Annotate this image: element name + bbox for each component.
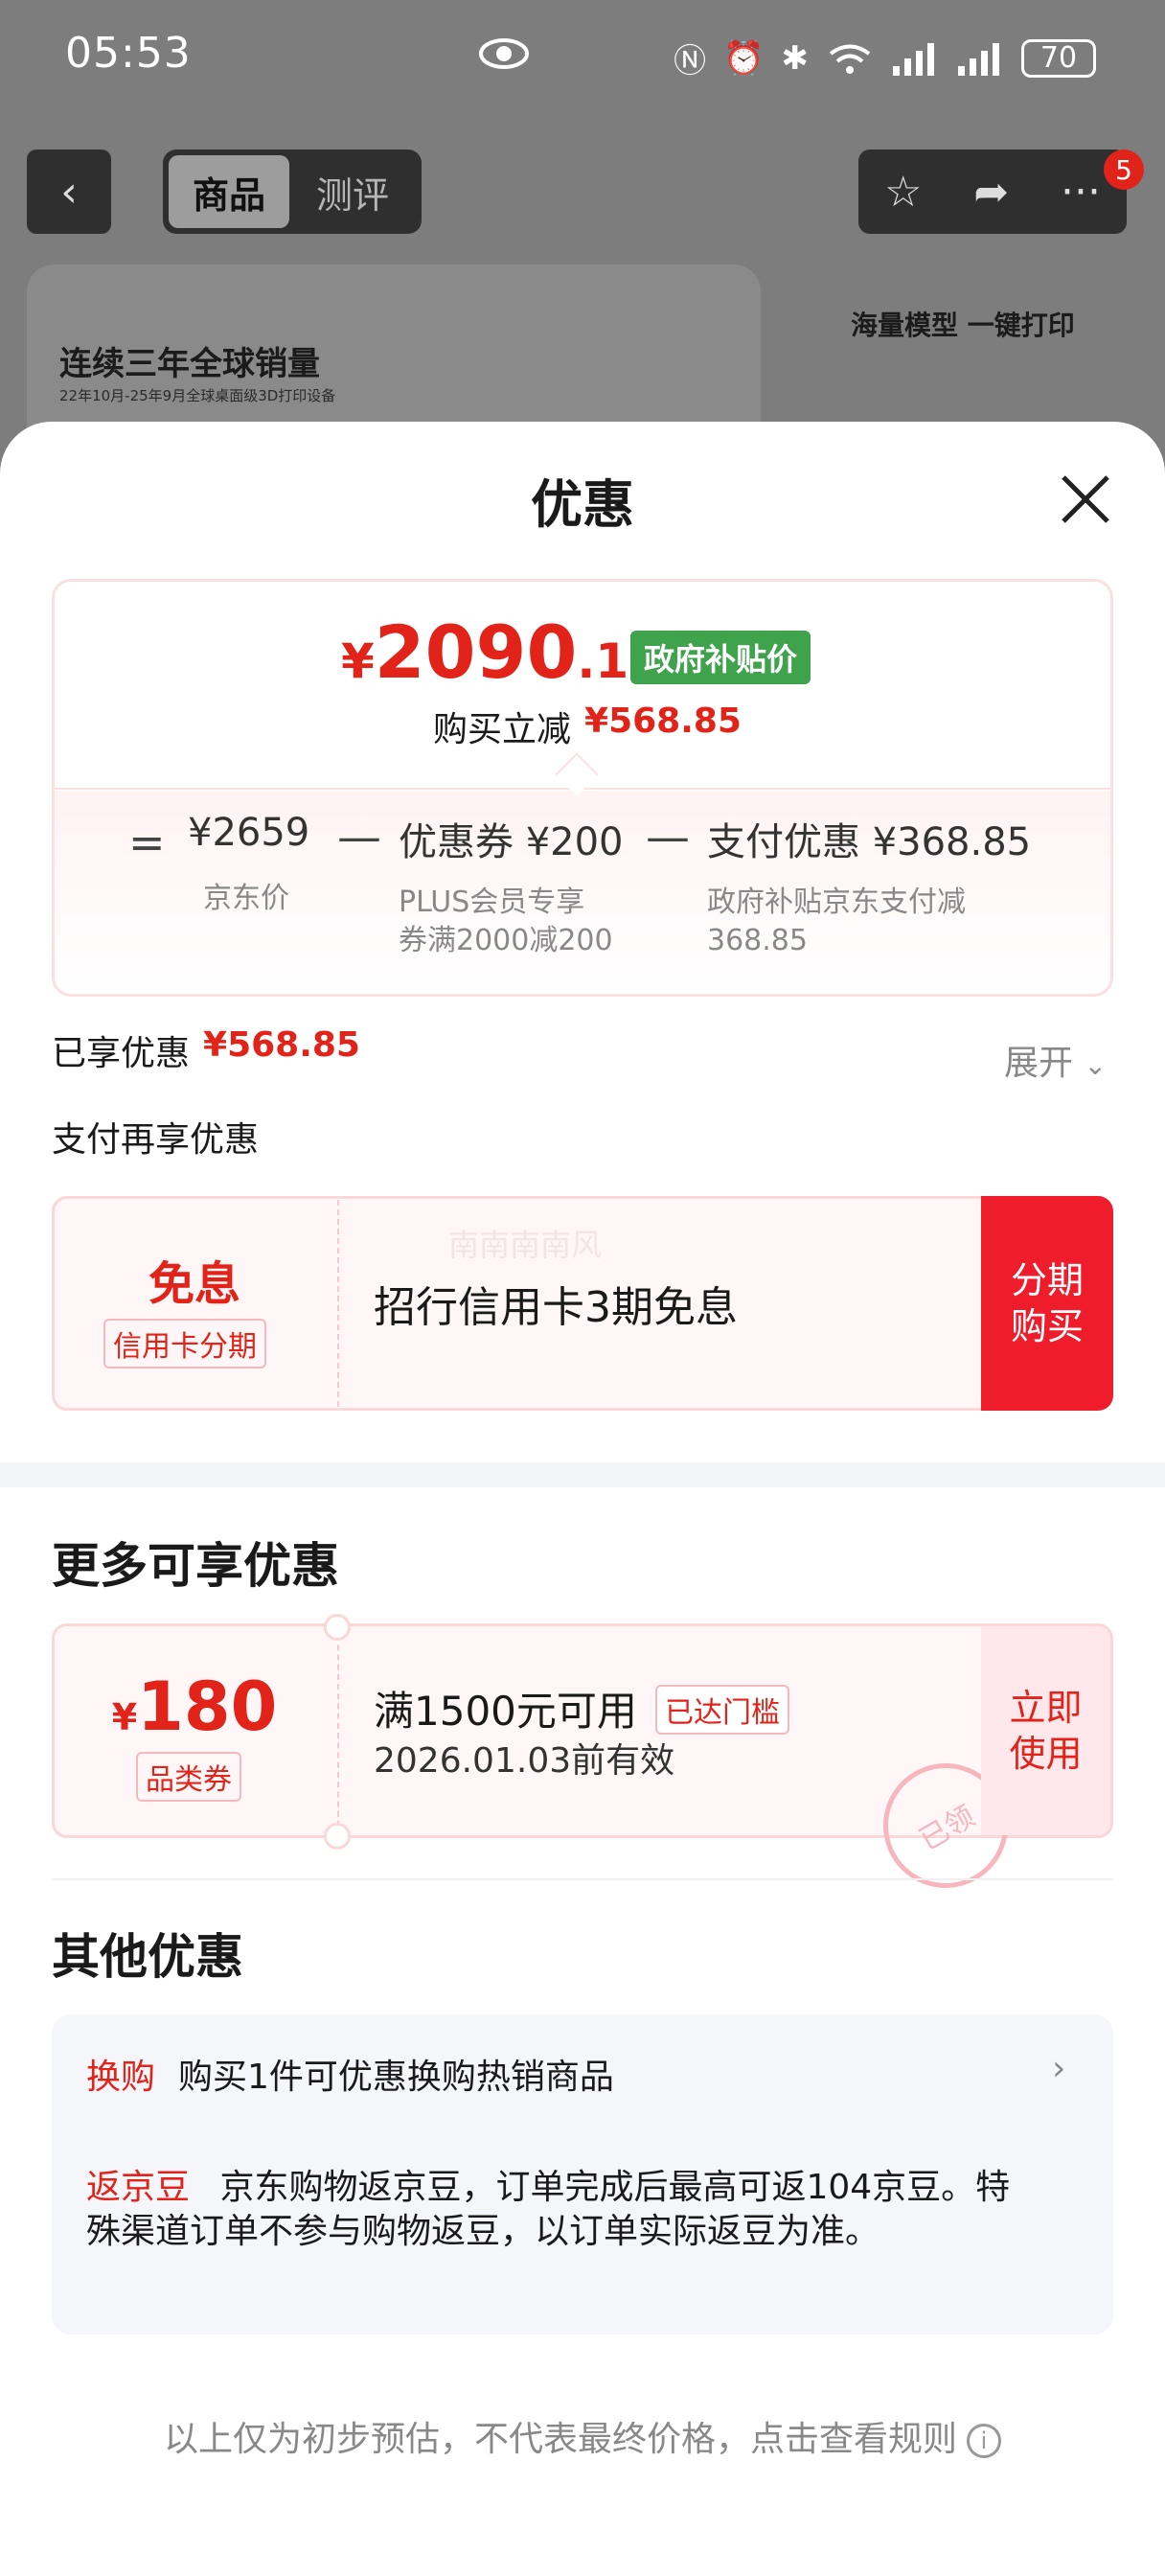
- battery-icon: 70: [1021, 38, 1096, 78]
- chevron-down-icon: ⌄: [1084, 1049, 1107, 1081]
- footer-text: 以上仅为初步预估，不代表最终价格，点击查看规则: [163, 2420, 957, 2459]
- coupon-value: ¥ 180: [52, 1668, 337, 1746]
- enjoyed-discount: 已享优惠 ¥568.85: [52, 1025, 360, 1075]
- status-icons: Ⓝ ⏰ ✱ 70: [674, 34, 1096, 81]
- dashed-divider: [337, 1200, 339, 1407]
- clock: 05:53: [65, 29, 192, 78]
- coupon-type-tag: 品类券: [136, 1752, 241, 1802]
- message-badge: 5: [1104, 150, 1144, 190]
- bluetooth-icon: ✱: [781, 38, 810, 78]
- coupon-desc: 券满2000减200: [399, 924, 613, 957]
- expand-label: 展开: [1004, 1044, 1074, 1083]
- coupon-expiry: 2026.01.03前有效: [374, 1741, 675, 1781]
- alarm-icon: ⏰: [723, 38, 765, 78]
- nfc-icon: Ⓝ: [674, 42, 707, 80]
- reduce-line: 购买立减 ¥568.85: [433, 702, 742, 751]
- watermark: 南南南南风: [448, 1227, 603, 1263]
- coupon-notch: [324, 1823, 351, 1850]
- banner-subtext: 22年10月-25年9月全球桌面级3D打印设备: [59, 387, 336, 404]
- threshold-reached-tag: 已达门槛: [655, 1685, 789, 1735]
- jd-beans-text: 京东购物返京豆，订单完成后最高可返104京豆。特殊渠道订单不参与购物返豆，以订单…: [86, 2168, 1011, 2251]
- credit-card-installment-tag: 信用卡分期: [103, 1319, 266, 1368]
- reduce-label: 购买立减: [433, 710, 572, 749]
- trade-in-label: 换购: [86, 2058, 156, 2097]
- price-integer: 2090: [374, 610, 578, 695]
- button-line: 购买: [1010, 1305, 1084, 1347]
- reduce-amount: ¥568.85: [584, 702, 742, 741]
- other-discounts-title: 其他优惠: [52, 1929, 243, 1985]
- info-icon[interactable]: i: [967, 2424, 1001, 2458]
- eye-icon: [479, 38, 529, 69]
- top-actions: ☆ ➦ ···: [858, 150, 1127, 234]
- coupon-amount: 180: [137, 1668, 278, 1746]
- side-banner-text: 海量模型 一键打印: [851, 310, 1075, 341]
- back-button[interactable]: ‹: [27, 150, 111, 234]
- jd-price: ¥2659: [188, 811, 310, 855]
- tab-review[interactable]: 测评: [293, 166, 412, 218]
- installment-desc: 招行信用卡3期免息: [374, 1283, 738, 1332]
- top-tabs: 商品 测评: [163, 150, 422, 234]
- wifi-icon: [829, 44, 871, 74]
- pay-again-title: 支付再享优惠: [52, 1120, 260, 1160]
- rules-footer[interactable]: 以上仅为初步预估，不代表最终价格，点击查看规则 i: [0, 2411, 1165, 2461]
- chevron-right-icon[interactable]: ›: [1052, 2049, 1065, 2088]
- dashed-divider: [337, 1635, 339, 1827]
- button-line: 分期: [1010, 1259, 1084, 1301]
- pay-discount: 支付优惠 ¥368.85: [707, 820, 1032, 864]
- installment-buy-button[interactable]: 分期 购买: [981, 1196, 1113, 1411]
- status-bar: 05:53 Ⓝ ⏰ ✱ 70: [0, 0, 1165, 125]
- more-icon[interactable]: ···: [1061, 168, 1101, 217]
- pay-desc: 政府补贴京东支付减: [707, 886, 966, 919]
- button-line: 使用: [1009, 1733, 1083, 1775]
- trade-in-text: 购买1件可优惠换购热销商品: [178, 2058, 614, 2097]
- banner-text: 连续三年全球销量: [59, 345, 320, 383]
- coupon-condition: 满1500元可用: [374, 1688, 637, 1735]
- jd-price-label: 京东价: [203, 882, 289, 915]
- jd-beans-label: 返京豆: [86, 2168, 191, 2207]
- final-price: ¥ 2090 .15: [341, 610, 662, 695]
- equals-sign: =: [128, 816, 166, 868]
- signal-icon: [958, 42, 999, 76]
- button-line: 立即: [1009, 1687, 1083, 1729]
- gov-subsidy-tag: 政府补贴价: [630, 631, 811, 684]
- share-icon[interactable]: ➦: [973, 168, 1009, 217]
- more-discounts-title: 更多可享优惠: [52, 1538, 339, 1594]
- signal-icon: [893, 42, 934, 76]
- coupon-desc: PLUS会员专享: [399, 886, 585, 919]
- coupon-notch: [324, 1614, 351, 1641]
- currency-symbol: ¥: [341, 633, 375, 689]
- trade-in-item[interactable]: 换购 购买1件可优惠换购热销商品: [86, 2049, 614, 2099]
- use-now-button[interactable]: 立即 使用: [981, 1626, 1110, 1835]
- expand-button[interactable]: 展开 ⌄: [1004, 1035, 1107, 1085]
- minus-sign: —: [337, 811, 381, 862]
- coupon-discount: 优惠券 ¥200: [399, 820, 624, 864]
- tab-product[interactable]: 商品: [169, 155, 289, 228]
- enjoyed-amount: ¥568.85: [203, 1025, 360, 1065]
- currency-symbol: ¥: [111, 1696, 138, 1738]
- pay-desc: 368.85: [707, 924, 808, 957]
- jd-beans-item: 返京豆 京东购物返京豆，订单完成后最高可返104京豆。特殊渠道订单不参与购物返豆…: [86, 2166, 1025, 2254]
- minus-sign: —: [646, 811, 690, 862]
- section-separator: [0, 1462, 1165, 1487]
- enjoyed-label: 已享优惠: [52, 1034, 191, 1073]
- divider: [52, 1878, 1113, 1880]
- star-icon[interactable]: ☆: [884, 168, 922, 217]
- sheet-title: 优惠: [531, 474, 634, 535]
- close-icon[interactable]: [1056, 470, 1115, 529]
- interest-free-label: 免息: [148, 1257, 240, 1311]
